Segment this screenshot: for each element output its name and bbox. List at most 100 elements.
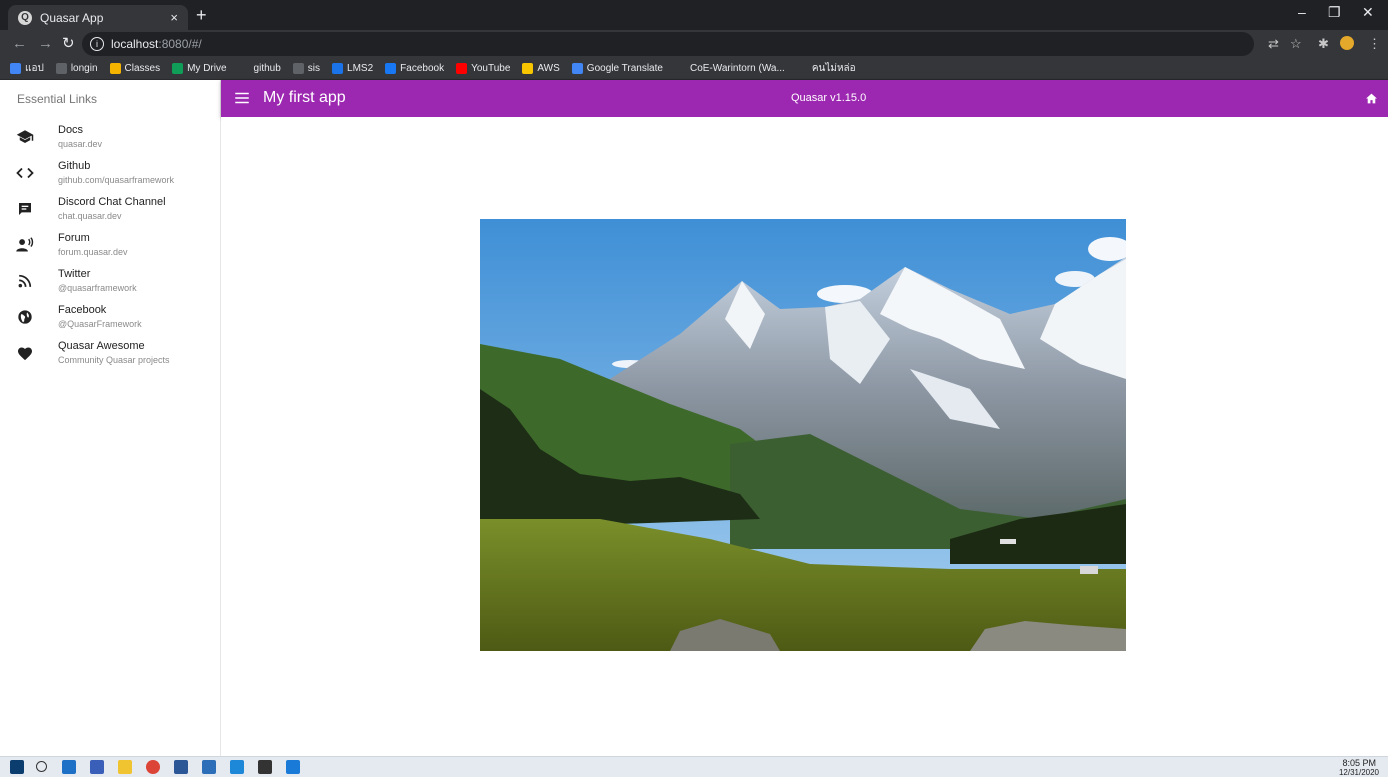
link-caption: forum.quasar.dev	[58, 247, 128, 257]
bookmark-favicon-icon	[674, 63, 686, 74]
bookmark-item[interactable]: LMS2	[332, 63, 373, 74]
windows-taskbar: 8:05 PM 12/31/2020	[0, 756, 1388, 777]
bookmark-favicon-icon	[796, 63, 808, 74]
rss-feed-icon	[16, 272, 34, 290]
bookmark-label: CoE-Warintorn (Wa...	[689, 63, 785, 74]
translate-icon[interactable]: ⇄	[1268, 36, 1279, 52]
essential-link-forum[interactable]: Forum forum.quasar.dev	[0, 228, 220, 264]
file-explorer-icon[interactable]	[118, 760, 132, 774]
restore-button[interactable]: ❐	[1328, 4, 1341, 21]
bookmark-item[interactable]: Google Translate	[571, 63, 663, 74]
bookmark-label: YouTube	[471, 63, 511, 74]
reload-icon[interactable]: ↻	[62, 35, 75, 53]
bookmark-favicon-icon	[10, 63, 21, 74]
bookmark-item[interactable]: แอป	[10, 61, 44, 76]
teamviewer-icon[interactable]	[230, 760, 244, 774]
essential-link-twitter[interactable]: Twitter @quasarframework	[0, 264, 220, 300]
info-icon[interactable]: i	[90, 37, 104, 51]
menu-icon[interactable]	[233, 89, 251, 107]
app-icon-1[interactable]	[90, 760, 104, 774]
favorite-icon	[16, 344, 34, 362]
bookmark-favicon-icon	[238, 63, 250, 74]
essential-link-facebook[interactable]: Facebook @QuasarFramework	[0, 300, 220, 336]
quasar-favicon-icon: Q	[18, 10, 32, 25]
bookmark-label: My Drive	[187, 63, 227, 74]
browser-tab-strip: Q Quasar App × + – ❐ ✕	[0, 0, 1388, 30]
link-title: Github	[58, 160, 91, 172]
bookmark-item[interactable]: CoE-Warintorn (Wa...	[674, 63, 785, 74]
bookmark-item[interactable]: longin	[55, 63, 98, 74]
bookmark-label: AWS	[537, 63, 560, 74]
tab-close-icon[interactable]: ×	[170, 10, 178, 25]
bookmark-item[interactable]: Facebook	[385, 63, 444, 74]
record-voice-icon	[16, 236, 34, 254]
link-title: Twitter	[58, 268, 91, 280]
link-title: Facebook	[58, 304, 107, 316]
link-caption: quasar.dev	[58, 139, 103, 149]
photos-icon[interactable]	[202, 760, 216, 774]
bookmark-label: LMS2	[347, 63, 374, 74]
bookmark-favicon-icon	[522, 63, 534, 74]
search-icon[interactable]	[36, 761, 47, 772]
bookmark-item[interactable]: คนไม่หล่อ	[796, 61, 856, 76]
more-menu-icon[interactable]: ⋮	[1368, 36, 1381, 52]
tab-title: Quasar App	[40, 10, 104, 25]
chat-icon	[16, 200, 34, 218]
star-icon[interactable]: ☆	[1290, 36, 1302, 52]
link-title: Discord Chat Channel	[58, 196, 166, 208]
url-host: localhost	[111, 37, 159, 51]
address-bar[interactable]: i localhost:8080/#/	[82, 32, 1254, 56]
task-view-icon[interactable]	[62, 760, 76, 774]
taskbar-date: 12/31/2020	[1338, 768, 1379, 777]
browser-toolbar: ← → ↻ i localhost:8080/#/ ⇄ ☆ ✱ ⋮	[0, 30, 1388, 58]
chrome-icon[interactable]	[146, 760, 160, 774]
link-caption: @QuasarFramework	[58, 319, 142, 329]
bookmark-item[interactable]: YouTube	[456, 63, 510, 74]
school-icon	[16, 128, 34, 146]
essential-link-github[interactable]: Github github.com/quasarframework	[0, 156, 220, 192]
close-window-button[interactable]: ✕	[1362, 4, 1374, 21]
link-title: Docs	[58, 124, 84, 136]
essential-link-quasar-awesome[interactable]: Quasar Awesome Community Quasar projects	[0, 336, 220, 372]
bookmark-item[interactable]: github	[238, 63, 281, 74]
bookmark-favicon-icon	[456, 63, 468, 74]
profile-avatar[interactable]	[1340, 36, 1354, 50]
link-title: Quasar Awesome	[58, 340, 145, 352]
terminal-icon[interactable]	[258, 760, 272, 774]
page-container	[221, 117, 1388, 756]
bookmark-label: github	[253, 63, 281, 74]
home-icon[interactable]	[1365, 92, 1378, 105]
link-title: Forum	[58, 232, 90, 244]
mountain-landscape-image	[480, 219, 1126, 651]
bookmark-label: แอป	[25, 63, 44, 74]
back-arrow-icon[interactable]: ←	[12, 35, 27, 53]
essential-link-docs[interactable]: Docs quasar.dev	[0, 120, 220, 156]
code-icon	[16, 164, 34, 182]
link-caption: github.com/quasarframework	[58, 175, 175, 185]
extensions-icon[interactable]: ✱	[1318, 36, 1329, 52]
bookmark-item[interactable]: My Drive	[172, 63, 227, 74]
bookmark-item[interactable]: AWS	[522, 63, 560, 74]
windows-start-icon[interactable]	[10, 760, 24, 774]
bookmark-label: คนไม่หล่อ	[811, 63, 856, 74]
minimize-button[interactable]: –	[1298, 4, 1306, 20]
bookmark-favicon-icon	[385, 63, 397, 74]
bookmark-label: sis	[307, 63, 321, 74]
quasar-version: Quasar v1.15.0	[791, 92, 867, 104]
bookmark-favicon-icon	[332, 63, 344, 74]
word-icon[interactable]	[174, 760, 188, 774]
bookmarks-bar: แอป longin Classes My Drive github sis LMS2 Fac…	[0, 58, 1388, 80]
essential-link-discord[interactable]: Discord Chat Channel chat.quasar.dev	[0, 192, 220, 228]
bookmark-item[interactable]: sis	[292, 63, 321, 74]
new-tab-button[interactable]: +	[196, 5, 207, 25]
bookmark-favicon-icon	[55, 63, 67, 74]
browser-tab[interactable]: Q Quasar App ×	[8, 5, 188, 30]
bookmark-favicon-icon	[172, 63, 184, 74]
bookmark-item[interactable]: Classes	[109, 63, 160, 74]
drawer-header: Essential Links	[17, 92, 98, 106]
vscode-icon[interactable]	[286, 760, 300, 774]
bookmark-favicon-icon	[292, 63, 304, 74]
public-icon	[16, 308, 34, 326]
forward-arrow-icon[interactable]: →	[38, 35, 53, 53]
link-caption: @quasarframework	[58, 283, 137, 293]
